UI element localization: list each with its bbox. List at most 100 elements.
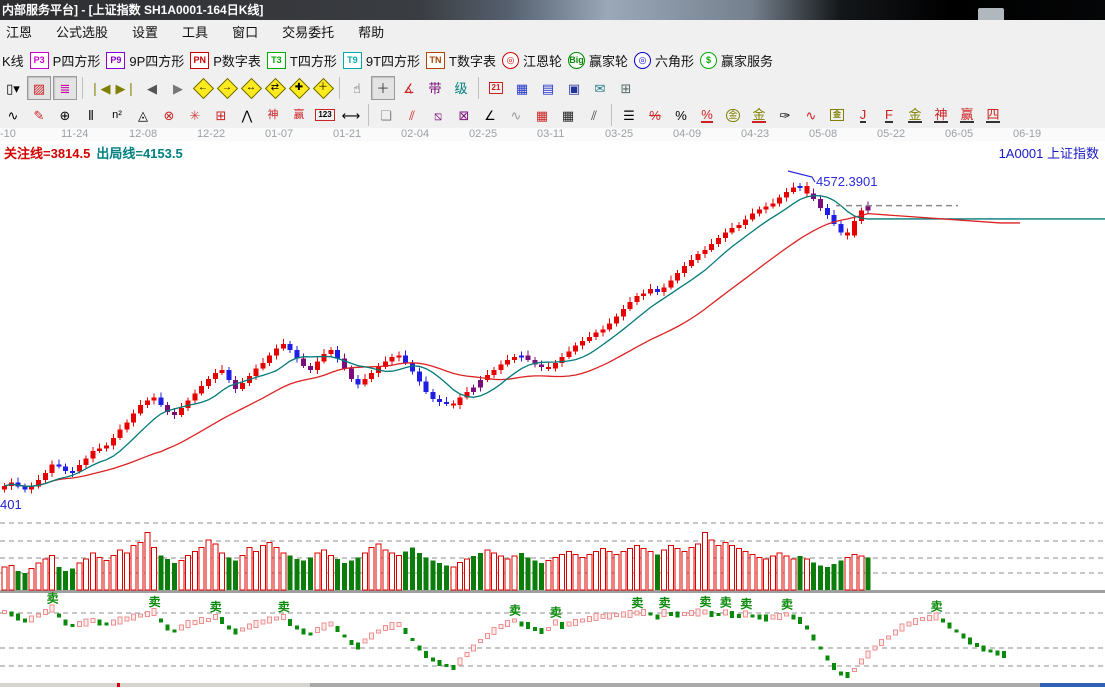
gann-band-button[interactable]: 带 xyxy=(423,76,447,100)
mirror-angle-tool[interactable]: ◬ xyxy=(131,103,155,127)
sell-signal-label: 卖 xyxy=(550,604,562,619)
gann-compass-tool[interactable]: ⊕ xyxy=(53,103,77,127)
calculator-button[interactable]: ▦ xyxy=(510,76,534,100)
grid-box-tool[interactable]: ⊠ xyxy=(452,103,476,127)
last-page-button[interactable]: ▶❘ xyxy=(114,76,138,100)
volume-profile-button[interactable]: ≣ xyxy=(53,76,77,100)
shen-angle-tool[interactable]: 神 xyxy=(929,103,953,127)
price-ladder-tool[interactable]: ☰ xyxy=(617,103,641,127)
s-curve-tool[interactable]: ∿ xyxy=(1,103,25,127)
prev-page-button[interactable]: ◀ xyxy=(140,76,164,100)
shen-tool[interactable]: 神 xyxy=(261,103,285,127)
zoom-out-horizontal-button[interactable]: ↔ xyxy=(241,78,261,98)
fan-lines-tool[interactable]: ⫽ xyxy=(400,103,424,127)
ying-tool[interactable]: 赢 xyxy=(287,103,311,127)
fan-box-tool[interactable]: ⧅ xyxy=(426,103,450,127)
shift-left-button[interactable]: ← xyxy=(193,78,213,98)
shift-right-button[interactable]: → xyxy=(217,78,237,98)
kline-chart[interactable]: 卖卖卖卖卖卖卖卖卖卖卖卖卖 关注线=3814.5出局线=4153.5 1A000… xyxy=(0,141,1105,683)
shape-button-9T四方形[interactable]: T99T四方形 xyxy=(343,51,420,70)
calendar-button[interactable]: 21 xyxy=(484,76,508,100)
chart-canvas[interactable]: 卖卖卖卖卖卖卖卖卖卖卖卖卖 xyxy=(0,141,1105,683)
gold-angle-tool[interactable]: 金 xyxy=(903,103,927,127)
ying-angle-tool[interactable]: 赢 xyxy=(955,103,979,127)
first-page-button[interactable]: ❘◀ xyxy=(88,76,112,100)
trade-terminal-button[interactable]: ⊞ xyxy=(614,76,638,100)
shape-button-T四方形[interactable]: T3T四方形 xyxy=(267,51,337,70)
ruler-123-tool[interactable]: 123 xyxy=(313,103,337,127)
parallel-lines-tool[interactable]: ⫽ xyxy=(582,103,606,127)
four-angle-tool[interactable]: 四 xyxy=(981,103,1005,127)
f-angle-tool[interactable]: F xyxy=(877,103,901,127)
menu-item-2[interactable]: 设置 xyxy=(120,21,170,45)
scrollbar-thumb[interactable] xyxy=(310,683,1040,687)
shape-button-赢家轮[interactable]: Big赢家轮 xyxy=(568,51,628,70)
axis-date-label: 05-22 xyxy=(877,128,905,141)
compress-all-button[interactable]: ＋ xyxy=(313,78,333,98)
shape-button-江恩轮[interactable]: ◎江恩轮 xyxy=(502,51,562,70)
radial-web-tool[interactable]: ✳ xyxy=(183,103,207,127)
wave-line-tool[interactable]: ∿ xyxy=(504,103,528,127)
report-button[interactable]: ▤ xyxy=(536,76,560,100)
target-cross-tool[interactable]: ⊗ xyxy=(157,103,181,127)
gold-box-tool-icon: 金 xyxy=(830,109,844,121)
wave-band-tool[interactable]: ∿ xyxy=(799,103,823,127)
parallel-lines-tool-icon: ⫽ xyxy=(591,109,597,122)
shape-button-P数字表[interactable]: PNP数字表 xyxy=(190,51,261,70)
shape-label: 9T四方形 xyxy=(366,51,420,70)
horizontal-scrollbar[interactable] xyxy=(0,683,1105,687)
width-measure-tool[interactable]: ⟷ xyxy=(339,103,363,127)
gann-comb-tool[interactable]: ⫴ xyxy=(79,103,103,127)
gold-line-tool[interactable]: 金 xyxy=(747,103,771,127)
pen-candle-tool[interactable]: ✑ xyxy=(773,103,797,127)
percent-strike-tool[interactable]: % xyxy=(643,103,667,127)
shape-button-赢家服务[interactable]: $赢家服务 xyxy=(700,51,773,70)
menu-item-4[interactable]: 窗口 xyxy=(220,21,270,45)
send-button[interactable]: ✉ xyxy=(588,76,612,100)
gann-band-button-icon: 带 xyxy=(428,82,441,95)
shape-button-P四方形[interactable]: P3P四方形 xyxy=(30,51,101,70)
window-title: 内部服务平台] - [上证指数 SH1A0001-164日K线] xyxy=(0,3,263,17)
zoom-in-horizontal-button[interactable]: ⇄ xyxy=(265,78,285,98)
watch-line-label: 关注线=3814.5 xyxy=(4,146,90,161)
menu-item-5[interactable]: 交易委托 xyxy=(270,21,346,45)
menu-item-3[interactable]: 工具 xyxy=(170,21,220,45)
toolbar-separator xyxy=(368,104,369,126)
menu-item-6[interactable]: 帮助 xyxy=(346,21,396,45)
save-button[interactable]: ▣ xyxy=(562,76,586,100)
shape-button-K线[interactable]: K线 xyxy=(2,51,24,70)
angle-measure-button-icon: ∡ xyxy=(403,82,415,95)
trend-pencil-tool[interactable]: ✎ xyxy=(27,103,51,127)
shape-button-T数字表[interactable]: TNT数字表 xyxy=(426,51,496,70)
prev-page-button-icon: ◀ xyxy=(147,82,157,95)
j-angle-tool[interactable]: J xyxy=(851,103,875,127)
shape-badge-icon: Big xyxy=(568,52,585,69)
gold-circle-tool[interactable]: 金 xyxy=(721,103,745,127)
percent-line-tool[interactable]: % xyxy=(695,103,719,127)
next-page-button[interactable]: ▶ xyxy=(166,76,190,100)
red-grid-tool[interactable]: ▦ xyxy=(530,103,554,127)
kline-style-button[interactable]: ▯▾ xyxy=(1,76,25,100)
gann-compass-tool-icon: ⊕ xyxy=(60,109,71,122)
box-select-tool[interactable]: ❏ xyxy=(374,103,398,127)
crosshair-tool-button[interactable]: ＋ xyxy=(371,76,395,100)
dragon-tool-button[interactable]: 级 xyxy=(449,76,473,100)
shape-button-六角形[interactable]: ◎六角形 xyxy=(634,51,694,70)
angle-line-tool[interactable]: ∠ xyxy=(478,103,502,127)
speed-line-tool[interactable]: ⋀ xyxy=(235,103,259,127)
n2-grid-tool[interactable]: n² xyxy=(105,103,129,127)
expand-all-button[interactable]: ✚ xyxy=(289,78,309,98)
gold-box-tool[interactable]: 金 xyxy=(825,103,849,127)
chip-distribution-button[interactable]: ▨ xyxy=(27,76,51,100)
first-page-button-icon: ❘◀ xyxy=(90,82,111,95)
angle-measure-button[interactable]: ∡ xyxy=(397,76,421,100)
boxed-web-tool[interactable]: ⊞ xyxy=(209,103,233,127)
shape-badge-icon: P9 xyxy=(106,52,125,69)
hand-tool-button[interactable]: ☝ xyxy=(345,76,369,100)
menu-item-0[interactable]: 江恩 xyxy=(0,21,44,45)
next-page-button-icon: ▶ xyxy=(173,82,183,95)
black-grid-tool[interactable]: ▦ xyxy=(556,103,580,127)
shape-button-9P四方形[interactable]: P99P四方形 xyxy=(106,51,184,70)
percent-tool[interactable]: % xyxy=(669,103,693,127)
menu-item-1[interactable]: 公式选股 xyxy=(44,21,120,45)
